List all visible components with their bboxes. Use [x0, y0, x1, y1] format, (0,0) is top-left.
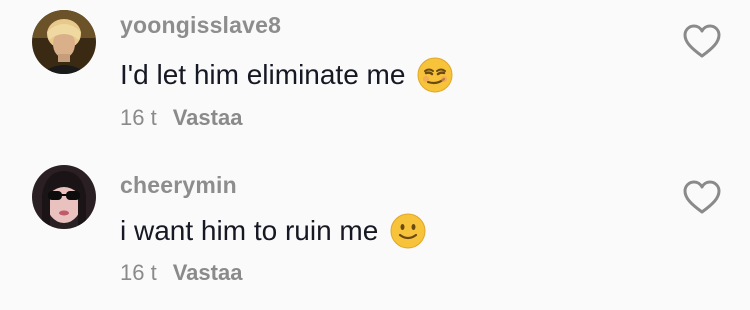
comment-timestamp: 16 t [120, 260, 157, 285]
comment-username[interactable]: yoongisslave8 [120, 12, 281, 39]
comment-meta: 16 t Vastaa [120, 260, 242, 286]
comment-username[interactable]: cheerymin [120, 172, 237, 199]
smirk-emoji-icon [417, 57, 453, 93]
comment-item: cheerymin i want him to ruin me 16 t Vas… [0, 155, 750, 305]
comment-text: I'd let him eliminate me [120, 59, 406, 90]
reply-button[interactable]: Vastaa [173, 260, 243, 286]
heart-outline-icon[interactable] [683, 180, 721, 216]
avatar[interactable] [32, 165, 96, 229]
comment-text-line: I'd let him eliminate me [120, 57, 453, 93]
comment-text-line: i want him to ruin me [120, 213, 426, 249]
reply-button[interactable]: Vastaa [173, 105, 243, 131]
slight-smile-emoji-icon [390, 213, 426, 249]
comment-text: i want him to ruin me [120, 215, 379, 246]
comment-timestamp: 16 t [120, 105, 157, 130]
comment-item: yoongisslave8 I'd let him eliminate me 1… [0, 0, 750, 150]
avatar[interactable] [32, 10, 96, 74]
comment-meta: 16 t Vastaa [120, 105, 242, 131]
heart-outline-icon[interactable] [683, 24, 721, 60]
